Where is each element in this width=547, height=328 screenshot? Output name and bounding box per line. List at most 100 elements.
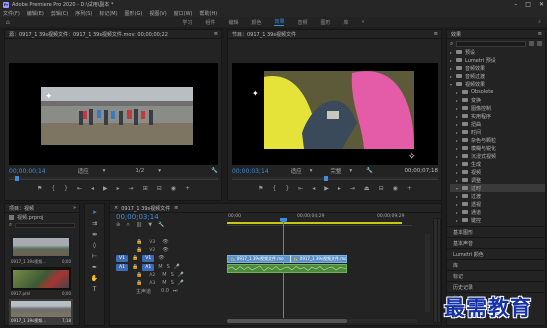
minimize-icon[interactable]: –: [514, 1, 517, 8]
effects-tree-item[interactable]: ▸ 沉浸式视频: [450, 152, 545, 160]
effects-tree-item[interactable]: ▸ 通道: [450, 208, 545, 216]
effects-tree-item[interactable]: ▸ 键控: [450, 216, 545, 224]
program-scrubber[interactable]: [232, 177, 438, 180]
export-frame-icon[interactable]: ◉: [171, 185, 176, 192]
pen-tool-icon[interactable]: ✒: [90, 263, 99, 272]
close-icon[interactable]: ✕: [539, 1, 544, 8]
go-to-out-icon[interactable]: ⇥: [350, 185, 355, 192]
effects-tree-item[interactable]: ▸ 杂色与颗粒: [450, 136, 545, 144]
mark-in-icon[interactable]: {: [273, 185, 277, 192]
search-icon[interactable]: ⌕: [538, 19, 541, 25]
chevron-right-icon[interactable]: »: [73, 205, 76, 211]
effects-tree-item[interactable]: ▸ 预设: [450, 48, 545, 56]
lock-icon[interactable]: 🔒: [132, 264, 138, 270]
eye-icon[interactable]: 👁: [162, 247, 168, 253]
project-search-input[interactable]: [15, 222, 75, 228]
chevron-down-icon[interactable]: ▾: [310, 168, 313, 174]
program-fit-select[interactable]: 适应: [291, 167, 302, 175]
type-tool-icon[interactable]: T: [90, 285, 99, 294]
solo-icon[interactable]: S: [167, 264, 170, 270]
ws-editing[interactable]: 编辑: [228, 19, 238, 26]
effects-tree-item[interactable]: ▸ 图像控制: [450, 104, 545, 112]
effects-tree-item[interactable]: ▸ 生成: [450, 160, 545, 168]
lock-icon[interactable]: 🔒: [132, 255, 138, 261]
add-icon[interactable]: +: [185, 185, 190, 192]
chevron-down-icon[interactable]: ▾: [103, 168, 106, 174]
ws-effects[interactable]: 效果: [274, 18, 285, 26]
master-value[interactable]: 0.0: [161, 288, 169, 294]
effects-tree-item[interactable]: ▸ 过渡: [450, 192, 545, 200]
marker-icon[interactable]: ⚑: [37, 185, 42, 192]
lock-icon[interactable]: 🔒: [136, 247, 142, 253]
effects-tree-item[interactable]: ▾ 过时: [450, 184, 545, 192]
step-back-icon[interactable]: ◂: [91, 185, 94, 192]
maximize-icon[interactable]: □: [525, 1, 531, 8]
timeline-ruler[interactable]: 00;00 00;00;04;29 00;00;09;29: [227, 214, 412, 226]
source-tab[interactable]: 源：0917_1 39s视频文件：0917_1 39s视频文件.mov: 00;…: [5, 30, 221, 39]
lock-icon[interactable]: 🔒: [136, 239, 142, 245]
timeline-timecode[interactable]: 00;00;03;14: [116, 213, 159, 221]
panel-essential-graphics[interactable]: 基本图形: [447, 226, 545, 237]
ws-learn[interactable]: 学习: [182, 19, 192, 26]
skip-icon[interactable]: ⏭: [173, 288, 178, 294]
wrench-icon[interactable]: 🔧: [366, 168, 373, 174]
menu-window[interactable]: 窗口(W): [174, 10, 193, 17]
mute-icon[interactable]: M: [162, 272, 166, 278]
effects-tree-item[interactable]: ▸ 音频效果: [450, 64, 545, 72]
track-select-icon[interactable]: ⇉: [90, 219, 99, 228]
effects-tree-item[interactable]: ▸ Obsolete: [450, 88, 545, 96]
source-a1-patch[interactable]: A1: [116, 263, 128, 271]
panel-essential-sound[interactable]: 基本声音: [447, 237, 545, 248]
menu-marker[interactable]: 标记(M): [99, 10, 117, 17]
program-tab[interactable]: 节目：0917_1 39s视频文件 ≡: [228, 30, 441, 39]
effects-tree-item[interactable]: ▸ 时间: [450, 128, 545, 136]
mark-in-icon[interactable]: {: [51, 185, 55, 192]
go-to-out-icon[interactable]: ⇥: [129, 185, 134, 192]
export-frame-icon[interactable]: ◉: [393, 185, 398, 192]
step-back-icon[interactable]: ◂: [312, 185, 315, 192]
menu-view[interactable]: 视图(V): [149, 10, 166, 17]
mark-out-icon[interactable]: }: [64, 185, 68, 192]
razor-tool-icon[interactable]: ◊: [90, 241, 99, 250]
solo-icon[interactable]: S: [171, 280, 174, 286]
snap-icon[interactable]: ∩: [126, 222, 130, 228]
mute-icon[interactable]: M: [158, 264, 162, 270]
mute-icon[interactable]: M: [162, 280, 166, 286]
lock-icon[interactable]: 🔒: [136, 272, 142, 278]
mic-icon[interactable]: 🎤: [178, 272, 184, 278]
source-fit-select[interactable]: 适应: [78, 167, 89, 175]
source-playhead-icon[interactable]: [15, 176, 19, 181]
source-v1-patch[interactable]: V1: [116, 254, 128, 262]
project-tab[interactable]: 项目：视频 »: [5, 204, 79, 213]
step-forward-icon[interactable]: ▸: [117, 185, 120, 192]
insert-icon[interactable]: ⊞: [143, 185, 148, 192]
add-marker-icon[interactable]: ▼: [148, 222, 152, 228]
32bit-icon[interactable]: [537, 41, 542, 46]
selection-tool-icon[interactable]: ➤: [90, 208, 99, 217]
project-thumb-2[interactable]: 0917.prel 0;00: [11, 267, 71, 297]
go-to-in-icon[interactable]: ⇤: [298, 185, 303, 192]
panel-libraries[interactable]: 库: [447, 259, 545, 270]
audio-clip[interactable]: [227, 264, 347, 273]
chevron-down-icon[interactable]: ▾: [158, 168, 161, 174]
slip-tool-icon[interactable]: ⊢: [90, 252, 99, 261]
panel-lumetri-color[interactable]: Lumetri 颜色: [447, 248, 545, 259]
effects-tree-item[interactable]: ▸ 调整: [450, 176, 545, 184]
timeline-vscroll[interactable]: [425, 234, 430, 312]
menu-sequence[interactable]: 序列(S): [75, 10, 92, 17]
ripple-edit-icon[interactable]: ⇹: [90, 230, 99, 239]
effects-tree-item[interactable]: ▸ 实用程序: [450, 112, 545, 120]
source-scrubber[interactable]: [9, 177, 218, 180]
panel-markers[interactable]: 标记: [447, 270, 545, 281]
more-icon[interactable]: »: [362, 19, 365, 25]
menu-help[interactable]: 帮助(H): [200, 10, 218, 17]
menu-edit[interactable]: 编辑(E): [27, 10, 44, 17]
ws-graphics[interactable]: 图形: [321, 19, 331, 26]
panel-menu-icon[interactable]: ≡: [174, 205, 178, 211]
source-timecode[interactable]: 00;00;00;14: [9, 168, 46, 175]
close-icon[interactable]: ×: [114, 205, 118, 211]
chevron-down-icon[interactable]: ▾: [349, 168, 352, 174]
effects-tree-item[interactable]: ▸ 模糊与锐化: [450, 144, 545, 152]
hand-tool-icon[interactable]: ✋: [90, 274, 99, 283]
effects-tree-item[interactable]: ▸ 变换: [450, 96, 545, 104]
